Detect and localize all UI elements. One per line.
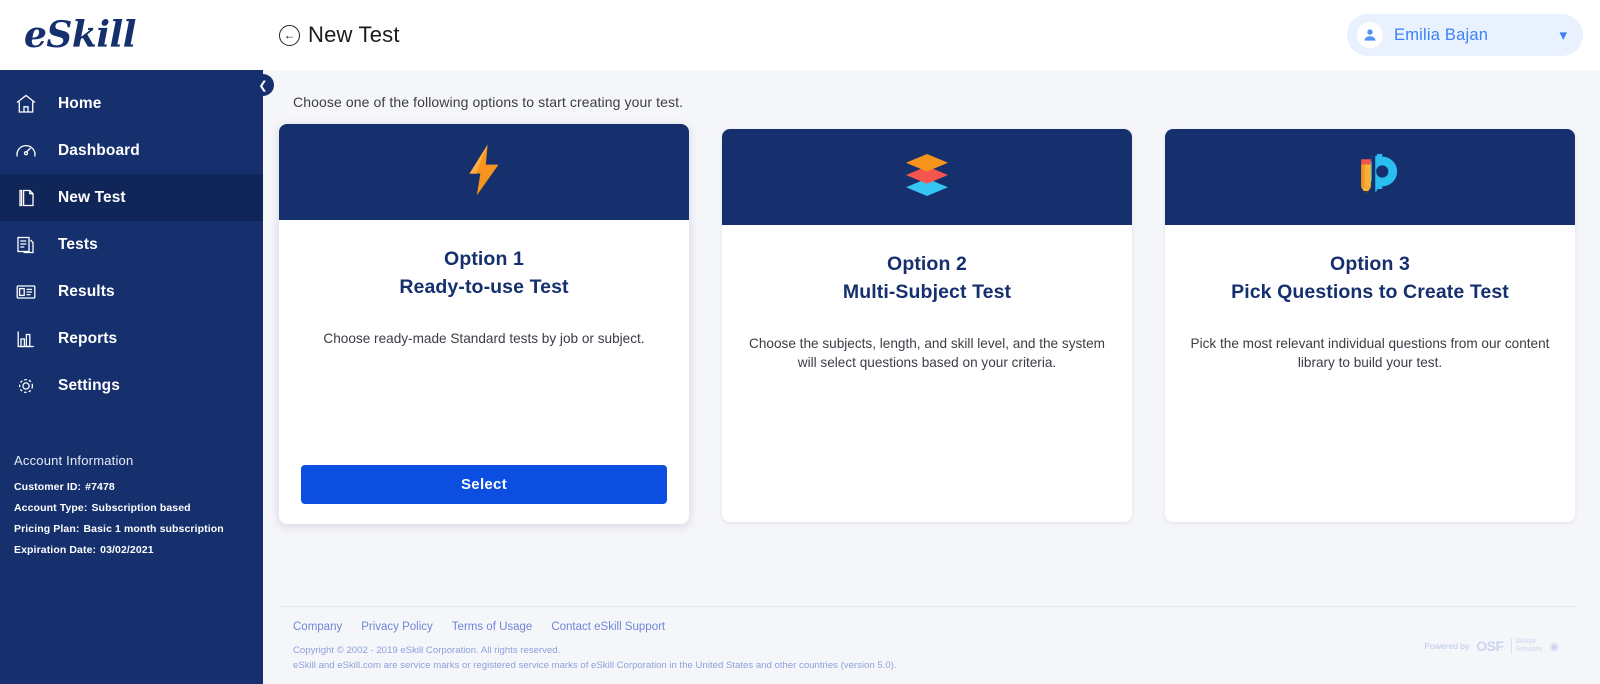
copyright-line-1: Copyright © 2002 - 2019 eSkill Corporati… xyxy=(293,645,561,657)
option-card-1-header xyxy=(279,124,689,220)
option-card-1-description: Choose ready-made Standard tests by job … xyxy=(323,330,645,346)
sidebar-item-label: Dashboard xyxy=(58,141,140,159)
sidebar-item-label: Tests xyxy=(58,235,98,253)
account-row-label: Customer ID: xyxy=(14,481,82,493)
new-test-page-icon xyxy=(14,183,48,213)
account-information: Account Information Customer ID: #7478 Ac… xyxy=(0,453,263,565)
osf-global-line2: Services xyxy=(1515,646,1543,653)
option-card-1-title: Option 1 Ready-to-use Test xyxy=(399,245,568,302)
option-card-2[interactable]: Option 2 Multi-Subject Test Choose the s… xyxy=(722,129,1132,522)
logo-area: eSkill xyxy=(0,0,263,70)
account-row-value: Subscription based xyxy=(91,502,191,514)
sidebar-item-home[interactable]: Home xyxy=(0,80,263,127)
tests-documents-icon xyxy=(14,230,48,260)
sidebar-item-results[interactable]: Results xyxy=(0,268,263,315)
option-card-1-body: Option 1 Ready-to-use Test Choose ready-… xyxy=(279,220,689,524)
footer-link-terms-of-usage[interactable]: Terms of Usage xyxy=(452,621,533,633)
chevron-down-icon[interactable]: ▾ xyxy=(1559,28,1567,43)
footer-links: Company Privacy Policy Terms of Usage Co… xyxy=(293,621,1575,633)
sidebar-item-dashboard[interactable]: Dashboard xyxy=(0,127,263,174)
footer-copyright: Copyright © 2002 - 2019 eSkill Corporati… xyxy=(293,644,1575,674)
osf-global-services-text: Global Services xyxy=(1510,638,1543,654)
sidebar-item-tests[interactable]: Tests xyxy=(0,221,263,268)
reports-bar-chart-icon xyxy=(14,324,48,354)
sidebar-item-label: New Test xyxy=(58,188,126,206)
sidebar-item-label: Results xyxy=(58,282,115,300)
account-information-title: Account Information xyxy=(14,453,134,468)
eskill-logo[interactable]: eSkill xyxy=(24,14,136,56)
instructions-text: Choose one of the following options to s… xyxy=(293,94,684,110)
footer-link-company[interactable]: Company xyxy=(293,621,342,633)
option-card-3-title: Option 3 Pick Questions to Create Test xyxy=(1231,250,1509,307)
user-name: Emilia Bajan xyxy=(1394,25,1489,44)
account-row-pricing-plan: Pricing Plan: Basic 1 month subscription xyxy=(14,523,249,535)
account-row-value: #7478 xyxy=(85,481,115,493)
option-card-3-header xyxy=(1165,129,1575,225)
sidebar-nav: Home Dashboard New Test Tests Results Re… xyxy=(0,80,263,409)
circled-arrow-left-icon[interactable]: ← xyxy=(279,24,300,46)
option-card-1-title-line1: Option 1 xyxy=(444,248,524,270)
copyright-line-2: eSkill and eSkill.com are service marks … xyxy=(293,660,897,672)
account-row-expiration-date: Expiration Date: 03/02/2021 xyxy=(14,544,249,556)
osf-logo-text: OSF xyxy=(1476,638,1504,654)
option-card-1-title-line2: Ready-to-use Test xyxy=(399,276,569,299)
pencil-gear-icon xyxy=(1342,147,1398,208)
user-avatar-icon xyxy=(1357,22,1383,48)
stacked-layers-icon xyxy=(899,147,955,208)
option-card-2-title-line1: Option 2 xyxy=(887,253,967,275)
option-card-1[interactable]: Option 1 Ready-to-use Test Choose ready-… xyxy=(279,124,689,524)
option-card-2-title: Option 2 Multi-Subject Test xyxy=(843,250,1011,307)
results-card-icon xyxy=(14,277,48,307)
main-area: ← New Test Emilia Bajan ▾ Choose one of … xyxy=(263,0,1600,684)
option-card-1-select-button[interactable]: Select xyxy=(301,465,667,504)
sidebar-item-label: Settings xyxy=(58,376,120,394)
sidebar-item-label: Home xyxy=(58,94,102,112)
sidebar-item-new-test[interactable]: New Test xyxy=(0,174,263,221)
option-card-3-title-line1: Option 3 xyxy=(1330,253,1410,275)
option-card-2-title-line2: Multi-Subject Test xyxy=(842,281,1012,304)
sidebar-item-label: Reports xyxy=(58,329,118,347)
account-row-label: Expiration Date: xyxy=(14,544,97,556)
content-area: Choose one of the following options to s… xyxy=(263,70,1600,684)
sidebar-collapse-button[interactable]: ❮ xyxy=(252,74,274,96)
option-card-2-body: Option 2 Multi-Subject Test Choose the s… xyxy=(722,225,1132,522)
app-root: eSkill Home Dashboard New Test Tests Res… xyxy=(0,0,1600,684)
account-row-account-type: Account Type: Subscription based xyxy=(14,502,249,514)
option-card-2-header xyxy=(722,129,1132,225)
option-card-3-description: Pick the most relevant individual questi… xyxy=(1190,335,1550,370)
sidebar-item-settings[interactable]: Settings xyxy=(0,362,263,409)
option-card-3[interactable]: Option 3 Pick Questions to Create Test P… xyxy=(1165,129,1575,522)
page-title: New Test xyxy=(308,22,400,47)
sidebar-item-reports[interactable]: Reports xyxy=(0,315,263,362)
top-bar: ← New Test Emilia Bajan ▾ xyxy=(263,0,1600,70)
dashboard-gauge-icon xyxy=(14,136,48,166)
option-card-3-body: Option 3 Pick Questions to Create Test P… xyxy=(1165,225,1575,522)
option-card-3-title-line2: Pick Questions to Create Test xyxy=(1231,281,1509,304)
account-row-value: 03/02/2021 xyxy=(100,544,154,556)
account-row-value: Basic 1 month subscription xyxy=(83,523,224,535)
user-menu[interactable]: Emilia Bajan ▾ xyxy=(1347,14,1583,56)
footer: Company Privacy Policy Terms of Usage Co… xyxy=(279,606,1575,684)
chevron-left-icon: ❮ xyxy=(258,79,268,92)
home-icon xyxy=(14,89,48,119)
account-row-label: Account Type: xyxy=(14,502,88,514)
page-title-group: ← New Test xyxy=(279,22,400,48)
osf-global-line1: Global xyxy=(1515,638,1536,646)
globe-icon: ◉ xyxy=(1549,640,1559,653)
sidebar: eSkill Home Dashboard New Test Tests Res… xyxy=(0,0,274,684)
option-cards: Option 1 Ready-to-use Test Choose ready-… xyxy=(279,124,1575,524)
account-row-label: Pricing Plan: xyxy=(14,523,80,535)
footer-link-contact-support[interactable]: Contact eSkill Support xyxy=(551,621,665,633)
powered-by-osf-global: Powered by OSF Global Services ◉ xyxy=(1424,638,1559,654)
settings-gear-icon xyxy=(14,371,48,401)
lightning-bolt-icon xyxy=(455,141,513,204)
option-card-2-description: Choose the subjects, length, and skill l… xyxy=(749,335,1105,370)
powered-by-label: Powered by xyxy=(1424,641,1470,651)
account-row-customer-id: Customer ID: #7478 xyxy=(14,481,249,493)
footer-link-privacy-policy[interactable]: Privacy Policy xyxy=(361,621,433,633)
